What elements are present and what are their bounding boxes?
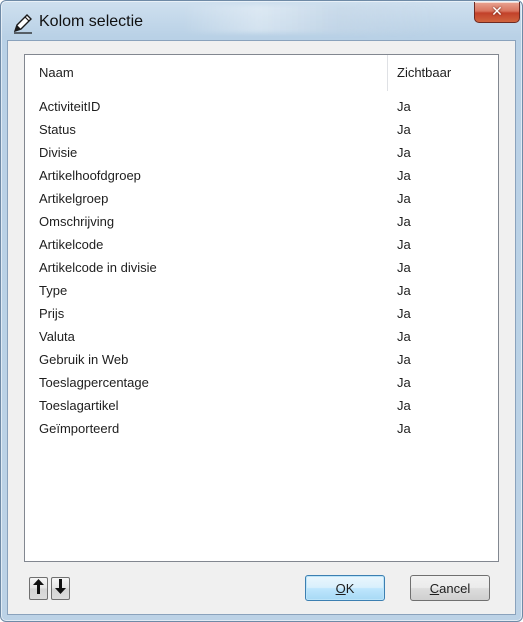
close-button[interactable]: ✕: [474, 2, 520, 23]
item-zichtbaar: Ja: [397, 99, 411, 114]
list-item[interactable]: Artikelcode in divisie Ja: [25, 257, 498, 280]
item-zichtbaar: Ja: [397, 122, 411, 137]
item-naam: Artikelcode: [39, 237, 104, 252]
item-naam: Toeslagpercentage: [39, 375, 149, 390]
list-item[interactable]: Status Ja: [25, 119, 498, 142]
header-naam[interactable]: Naam: [39, 65, 74, 80]
list-item[interactable]: Geïmporteerd Ja: [25, 418, 498, 441]
list-item[interactable]: Valuta Ja: [25, 326, 498, 349]
list-item[interactable]: Omschrijving Ja: [25, 211, 498, 234]
list-header: Naam Zichtbaar: [25, 55, 498, 91]
list-item[interactable]: Artikelgroep Ja: [25, 188, 498, 211]
arrow-down-icon: [55, 578, 66, 599]
item-zichtbaar: Ja: [397, 214, 411, 229]
item-naam: Gebruik in Web: [39, 352, 129, 367]
list-item[interactable]: ActiviteitID Ja: [25, 96, 498, 119]
cancel-label-rest: ancel: [439, 580, 471, 596]
list-item[interactable]: Toeslagartikel Ja: [25, 395, 498, 418]
item-zichtbaar: Ja: [397, 329, 411, 344]
item-zichtbaar: Ja: [397, 352, 411, 367]
item-zichtbaar: Ja: [397, 237, 411, 252]
arrow-up-icon: [33, 578, 44, 599]
header-zichtbaar[interactable]: Zichtbaar: [397, 65, 451, 80]
item-naam: Toeslagartikel: [39, 398, 119, 413]
item-naam: Prijs: [39, 306, 65, 321]
item-zichtbaar: Ja: [397, 398, 411, 413]
item-naam: Artikelhoofdgroep: [39, 168, 141, 183]
ok-button[interactable]: OK: [305, 575, 385, 601]
item-zichtbaar: Ja: [397, 283, 411, 298]
item-zichtbaar: Ja: [397, 191, 411, 206]
list-item[interactable]: Gebruik in Web Ja: [25, 349, 498, 372]
cancel-button[interactable]: Cancel: [410, 575, 490, 601]
item-naam: Status: [39, 122, 76, 137]
item-naam: Valuta: [39, 329, 75, 344]
close-icon: ✕: [491, 4, 503, 20]
titlebar-glass: [181, 5, 441, 33]
item-naam: Artikelcode in divisie: [39, 260, 157, 275]
item-naam: Artikelgroep: [39, 191, 109, 206]
edit-pencil-icon: [12, 12, 34, 34]
move-up-button[interactable]: [29, 577, 48, 600]
cancel-mnemonic: C: [429, 580, 440, 596]
ok-label-rest: K: [345, 580, 355, 596]
list-item[interactable]: Artikelhoofdgroep Ja: [25, 165, 498, 188]
list-item[interactable]: Prijs Ja: [25, 303, 498, 326]
header-column-separator[interactable]: [387, 55, 388, 91]
item-naam: Type: [39, 283, 68, 298]
item-zichtbaar: Ja: [397, 375, 411, 390]
item-naam: Geïmporteerd: [39, 421, 120, 436]
item-naam: Omschrijving: [39, 214, 115, 229]
item-zichtbaar: Ja: [397, 260, 411, 275]
dialog-title: Kolom selectie: [39, 13, 144, 30]
item-zichtbaar: Ja: [397, 306, 411, 321]
item-zichtbaar: Ja: [397, 145, 411, 160]
list-rows: ActiviteitID Ja Status Ja Divisie Ja Artike…: [25, 96, 498, 441]
item-naam: ActiviteitID: [39, 99, 101, 114]
list-item[interactable]: Divisie Ja: [25, 142, 498, 165]
list-item[interactable]: Toeslagpercentage Ja: [25, 372, 498, 395]
item-zichtbaar: Ja: [397, 168, 411, 183]
column-list[interactable]: Naam Zichtbaar ActiviteitID Ja Status Ja D…: [24, 54, 499, 562]
item-naam: Divisie: [39, 145, 78, 160]
ok-mnemonic: O: [335, 580, 346, 596]
list-item[interactable]: Artikelcode Ja: [25, 234, 498, 257]
list-item[interactable]: Type Ja: [25, 280, 498, 303]
item-zichtbaar: Ja: [397, 421, 411, 436]
move-down-button[interactable]: [51, 577, 70, 600]
